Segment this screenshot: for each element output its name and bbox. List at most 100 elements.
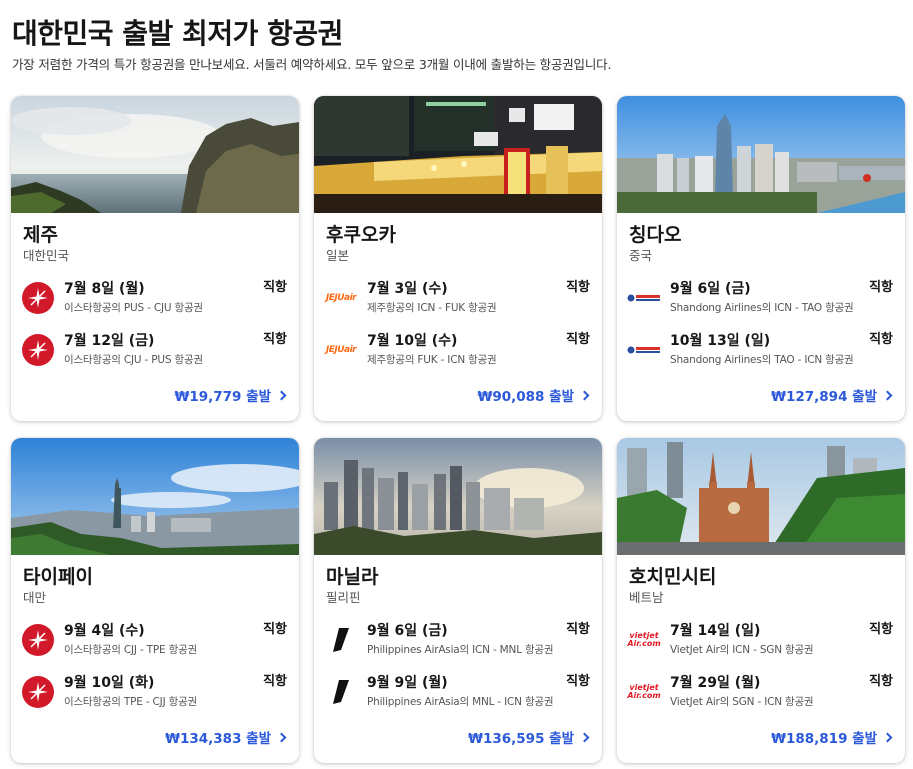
deal-card-jeju[interactable]: 제주 대한민국 7월 8일 (월) 이스타항공의 PUS - CJU 항공권 직… xyxy=(11,96,299,421)
return-flight: 9월 10일 (화) 이스타항공의 TPE - CJJ 항공권 직항 xyxy=(11,670,299,710)
flight-route: 이스타항공의 TPE - CJJ 항공권 xyxy=(64,696,197,708)
chevron-right-icon xyxy=(579,732,590,742)
flight-route: 제주항공의 ICN - FUK 항공권 xyxy=(367,302,497,314)
flight-route: VietJet Air의 ICN - SGN 항공권 xyxy=(670,644,814,656)
price-link[interactable]: ₩19,779 출발 xyxy=(174,385,287,405)
chevron-right-icon xyxy=(276,732,287,742)
stops-label: 직항 xyxy=(263,280,287,295)
flight-date: 7월 10일 (수) xyxy=(367,333,458,349)
hochiminh-cathedral-photo xyxy=(617,438,905,555)
price-label: ₩127,894 출발 xyxy=(771,389,877,405)
eastar-logo xyxy=(21,281,55,315)
airasia-tail-logo xyxy=(324,623,358,657)
flight-date: 7월 14일 (일) xyxy=(670,623,761,639)
flight-date: 9월 9일 (월) xyxy=(367,675,448,691)
price-label: ₩134,383 출발 xyxy=(165,731,271,747)
stops-label: 직항 xyxy=(869,280,893,295)
jejuair-logo: JEJUair xyxy=(325,345,357,355)
stops-label: 직항 xyxy=(566,280,590,295)
eastar-logo xyxy=(21,333,55,367)
city-name: 호치민시티 xyxy=(629,566,717,588)
page-title: 대한민국 출발 최저가 항공권 xyxy=(12,17,343,50)
flight-route: 이스타항공의 PUS - CJU 항공권 xyxy=(64,302,203,314)
flight-date: 9월 4일 (수) xyxy=(64,623,145,639)
return-flight: vietjet Air.com 7월 29일 (월) VietJet Air의 S… xyxy=(617,670,905,710)
city-name: 칭다오 xyxy=(629,224,682,246)
shandong-logo xyxy=(627,333,661,367)
return-flight: 7월 12일 (금) 이스타항공의 CJU - PUS 항공권 직항 xyxy=(11,328,299,368)
outbound-flight: 9월 6일 (금) Shandong Airlines의 ICN - TAO 항… xyxy=(617,276,905,316)
flight-route: 이스타항공의 CJU - PUS 항공권 xyxy=(64,354,203,366)
fukuoka-street-photo xyxy=(314,96,602,213)
eastar-logo xyxy=(21,675,55,709)
flight-route: Shandong Airlines의 ICN - TAO 항공권 xyxy=(670,302,854,314)
flight-date: 7월 3일 (수) xyxy=(367,281,448,297)
price-label: ₩19,779 출발 xyxy=(174,389,271,405)
stops-label: 직항 xyxy=(566,622,590,637)
stops-label: 직항 xyxy=(869,332,893,347)
city-name: 제주 xyxy=(23,224,58,246)
stops-label: 직항 xyxy=(869,622,893,637)
price-label: ₩188,819 출발 xyxy=(771,731,877,747)
outbound-flight: vietjet Air.com 7월 14일 (일) VietJet Air의 I… xyxy=(617,618,905,658)
flight-route: 제주항공의 FUK - ICN 항공권 xyxy=(367,354,497,366)
flight-date: 7월 8일 (월) xyxy=(64,281,145,297)
flight-date: 9월 6일 (금) xyxy=(367,623,448,639)
outbound-flight: JEJUair 7월 3일 (수) 제주항공의 ICN - FUK 항공권 직항 xyxy=(314,276,602,316)
deal-card-taipei[interactable]: 타이페이 대만 9월 4일 (수) 이스타항공의 CJJ - TPE 항공권 직… xyxy=(11,438,299,763)
flight-date: 7월 12일 (금) xyxy=(64,333,155,349)
city-name: 후쿠오카 xyxy=(326,224,396,246)
price-link[interactable]: ₩90,088 출발 xyxy=(477,385,590,405)
price-link[interactable]: ₩134,383 출발 xyxy=(165,727,287,747)
flight-date: 9월 6일 (금) xyxy=(670,281,751,297)
manila-skyline-photo xyxy=(314,438,602,555)
chevron-right-icon xyxy=(579,390,590,400)
city-name: 타이페이 xyxy=(23,566,93,588)
outbound-flight: 9월 4일 (수) 이스타항공의 CJJ - TPE 항공권 직항 xyxy=(11,618,299,658)
country-name: 일본 xyxy=(326,248,350,263)
return-flight: 10월 13일 (일) Shandong Airlines의 TAO - ICN… xyxy=(617,328,905,368)
flight-route: Philippines AirAsia의 MNL - ICN 항공권 xyxy=(367,696,554,708)
outbound-flight: 9월 6일 (금) Philippines AirAsia의 ICN - MNL… xyxy=(314,618,602,658)
stops-label: 직항 xyxy=(263,622,287,637)
deal-card-hochiminh[interactable]: 호치민시티 베트남 vietjet Air.com 7월 14일 (일) Viet… xyxy=(617,438,905,763)
price-label: ₩136,595 출발 xyxy=(468,731,574,747)
stops-label: 직항 xyxy=(263,674,287,689)
country-name: 대한민국 xyxy=(23,248,70,263)
price-link[interactable]: ₩188,819 출발 xyxy=(771,727,893,747)
flight-route: Shandong Airlines의 TAO - ICN 항공권 xyxy=(670,354,854,366)
country-name: 중국 xyxy=(629,248,653,263)
deal-card-qingdao[interactable]: 칭다오 중국 9월 6일 (금) Shandong Airlines의 ICN … xyxy=(617,96,905,421)
qingdao-skyline-photo xyxy=(617,96,905,213)
chevron-right-icon xyxy=(882,732,893,742)
flight-date: 9월 10일 (화) xyxy=(64,675,155,691)
vietjet-logo: vietjet Air.com xyxy=(627,683,661,700)
chevron-right-icon xyxy=(882,390,893,400)
deal-card-manila[interactable]: 마닐라 필리핀 9월 6일 (금) Philippines AirAsia의 I… xyxy=(314,438,602,763)
price-link[interactable]: ₩136,595 출발 xyxy=(468,727,590,747)
flight-date: 7월 29일 (월) xyxy=(670,675,761,691)
price-link[interactable]: ₩127,894 출발 xyxy=(771,385,893,405)
eastar-logo xyxy=(21,623,55,657)
stops-label: 직항 xyxy=(566,332,590,347)
stops-label: 직항 xyxy=(566,674,590,689)
return-flight: JEJUair 7월 10일 (수) 제주항공의 FUK - ICN 항공권 직… xyxy=(314,328,602,368)
vietjet-logo: vietjet Air.com xyxy=(627,631,661,648)
shandong-logo xyxy=(627,281,661,315)
flight-route: VietJet Air의 SGN - ICN 항공권 xyxy=(670,696,814,708)
stops-label: 직항 xyxy=(869,674,893,689)
page-subtitle: 가장 저렴한 가격의 특가 항공권을 만나보세요. 서둘러 예약하세요. 모두 … xyxy=(12,57,612,72)
flight-route: Philippines AirAsia의 ICN - MNL 항공권 xyxy=(367,644,554,656)
outbound-flight: 7월 8일 (월) 이스타항공의 PUS - CJU 항공권 직항 xyxy=(11,276,299,316)
jejuair-logo: JEJUair xyxy=(325,293,357,303)
flight-route: 이스타항공의 CJJ - TPE 항공권 xyxy=(64,644,197,656)
chevron-right-icon xyxy=(276,390,287,400)
flight-date: 10월 13일 (일) xyxy=(670,333,771,349)
airasia-tail-logo xyxy=(324,675,358,709)
taipei-skyline-photo xyxy=(11,438,299,555)
country-name: 필리핀 xyxy=(326,590,361,605)
stops-label: 직항 xyxy=(263,332,287,347)
return-flight: 9월 9일 (월) Philippines AirAsia의 MNL - ICN… xyxy=(314,670,602,710)
deal-card-fukuoka[interactable]: 후쿠오카 일본 JEJUair 7월 3일 (수) 제주항공의 ICN - FU… xyxy=(314,96,602,421)
country-name: 대만 xyxy=(23,590,47,605)
